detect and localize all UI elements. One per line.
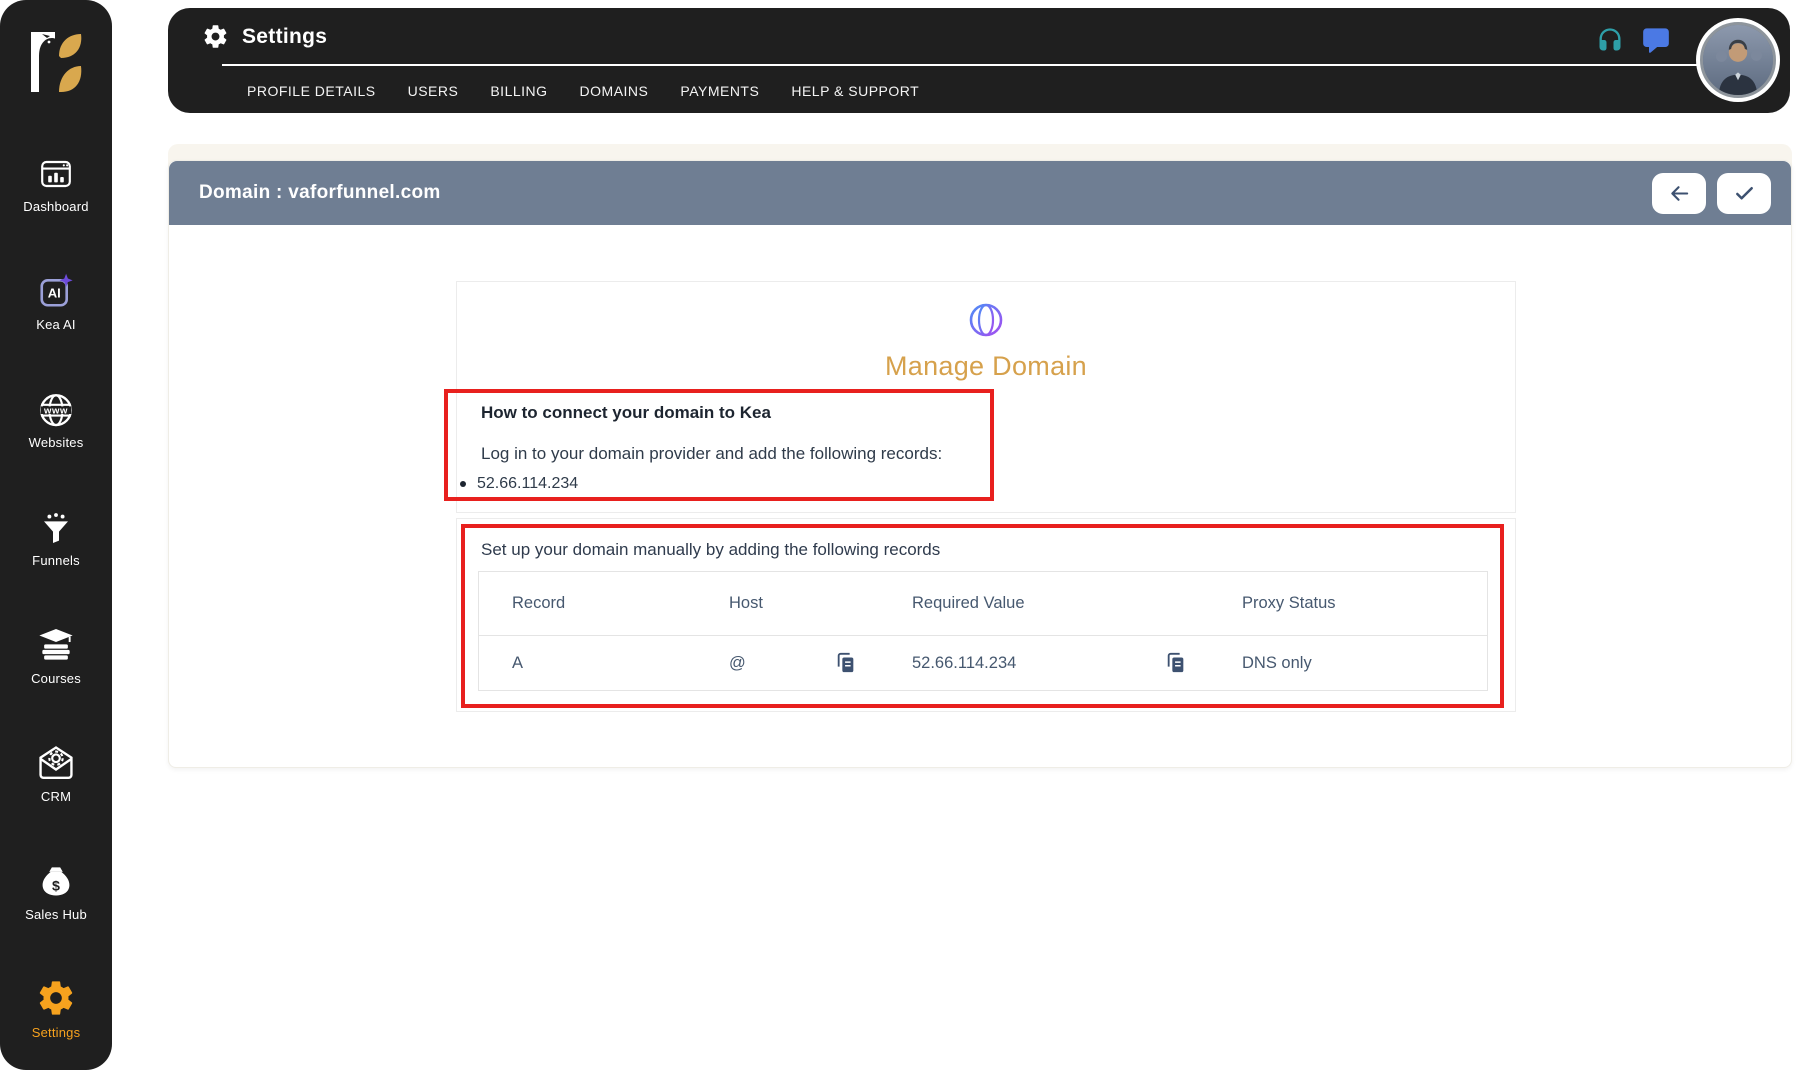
sidebar-item-label: Dashboard	[23, 199, 89, 214]
domain-title-bar: Domain : vaforfunnel.com	[169, 161, 1791, 225]
websites-globe-icon: www	[37, 388, 75, 428]
sidebar-item-label: Websites	[28, 435, 84, 450]
bullet-dot	[460, 481, 466, 487]
dashboard-icon	[38, 152, 74, 192]
tab-help-support[interactable]: HELP & SUPPORT	[791, 74, 919, 108]
app-window: Dashboard AI Kea AI www Websites Funnels…	[0, 0, 1817, 1070]
confirm-button[interactable]	[1717, 173, 1771, 214]
table-header-row: Record Host Required Value Proxy Status	[479, 572, 1487, 635]
copy-value-button[interactable]	[1165, 652, 1187, 674]
check-icon	[1735, 186, 1753, 200]
ip-record-item: 52.66.114.234	[460, 475, 578, 493]
sidebar-item-settings[interactable]: Settings	[0, 978, 112, 1070]
sidebar-item-label: Settings	[31, 1025, 81, 1040]
support-headset-icon[interactable]	[1596, 26, 1624, 54]
how-to-heading: How to connect your domain to Kea	[481, 403, 771, 422]
settings-tabs: PROFILE DETAILS USERS BILLING DOMAINS PA…	[247, 74, 919, 108]
sidebar-item-courses[interactable]: Courses	[0, 624, 112, 742]
back-button[interactable]	[1652, 173, 1706, 214]
domain-title: Domain : vaforfunnel.com	[199, 182, 441, 203]
domain-bar-actions	[1652, 173, 1771, 214]
ip-record-value: 52.66.114.234	[477, 475, 579, 492]
sidebar-item-crm[interactable]: CRM	[0, 742, 112, 860]
crm-icon	[37, 742, 75, 782]
column-header-proxy-status: Proxy Status	[1242, 594, 1336, 612]
copy-icon	[1167, 652, 1184, 673]
page-title: Settings	[242, 24, 328, 48]
sidebar-item-funnels[interactable]: Funnels	[0, 506, 112, 624]
column-header-record: Record	[512, 594, 566, 612]
chat-bubble-icon[interactable]	[1642, 26, 1670, 54]
column-header-required-value: Required Value	[912, 594, 1025, 612]
highlight-box-how-to: How to connect your domain to Kea Log in…	[444, 389, 994, 501]
kea-ai-icon: AI	[37, 270, 75, 310]
required-value-cell: 52.66.114.234	[912, 653, 1017, 672]
proxy-status-cell: DNS only	[1242, 653, 1312, 672]
settings-gear-icon	[204, 25, 227, 48]
tab-billing[interactable]: BILLING	[490, 74, 547, 108]
header-title-row: Settings	[202, 23, 327, 50]
tab-payments[interactable]: PAYMENTS	[680, 74, 759, 108]
how-to-instruction: Log in to your domain provider and add t…	[481, 444, 943, 463]
tab-profile-details[interactable]: PROFILE DETAILS	[247, 74, 376, 108]
domain-settings-card: Domain : vaforfunnel.com Manage Domain H…	[168, 160, 1792, 768]
manage-domain-title: Manage Domain	[884, 351, 1087, 381]
table-row: A @ 52.66.114.234 DNS only	[479, 635, 1487, 690]
manual-setup-heading: Set up your domain manually by adding th…	[481, 540, 941, 559]
copy-icon	[837, 652, 854, 673]
sidebar-item-label: CRM	[40, 789, 72, 804]
sidebar-nav: Dashboard AI Kea AI www Websites Funnels…	[0, 152, 112, 1070]
sidebar-item-label: Kea AI	[36, 317, 76, 332]
arrow-left-icon	[1670, 186, 1688, 201]
sales-hub-icon: $	[37, 860, 75, 900]
column-header-host: Host	[729, 594, 763, 612]
dns-records-table: Record Host Required Value Proxy Status …	[478, 571, 1488, 691]
settings-gear-icon	[36, 978, 76, 1018]
kea-bird-logo-icon	[31, 32, 82, 92]
globe-gradient-icon	[969, 303, 1003, 337]
svg-text:www: www	[43, 406, 68, 417]
tab-domains[interactable]: DOMAINS	[580, 74, 649, 108]
user-avatar[interactable]	[1696, 18, 1780, 102]
record-type-cell: A	[512, 653, 524, 672]
sidebar: Dashboard AI Kea AI www Websites Funnels…	[0, 0, 112, 1070]
funnels-icon	[38, 506, 74, 546]
avatar-ring	[1700, 22, 1776, 98]
avatar-photo	[1703, 25, 1773, 95]
sidebar-item-label: Sales Hub	[25, 907, 87, 922]
copy-host-button[interactable]	[835, 652, 857, 674]
kea-logo[interactable]	[25, 26, 87, 98]
sidebar-item-websites[interactable]: www Websites	[0, 388, 112, 506]
highlight-box-manual-setup: Set up your domain manually by adding th…	[461, 524, 1504, 708]
svg-text:AI: AI	[48, 286, 61, 301]
sidebar-item-kea-ai[interactable]: AI Kea AI	[0, 270, 112, 388]
top-header: Settings PROFILE DETAILS USERS BILLING D…	[168, 8, 1790, 113]
courses-icon	[37, 624, 75, 664]
sidebar-item-dashboard[interactable]: Dashboard	[0, 152, 112, 270]
sidebar-item-label: Funnels	[32, 553, 80, 568]
host-cell: @	[729, 653, 746, 672]
header-divider	[222, 64, 1700, 66]
sidebar-item-sales-hub[interactable]: $ Sales Hub	[0, 860, 112, 978]
manual-setup-panel: Set up your domain manually by adding th…	[456, 518, 1516, 712]
sidebar-item-label: Courses	[31, 671, 81, 686]
svg-text:$: $	[52, 879, 60, 895]
tab-users[interactable]: USERS	[408, 74, 459, 108]
